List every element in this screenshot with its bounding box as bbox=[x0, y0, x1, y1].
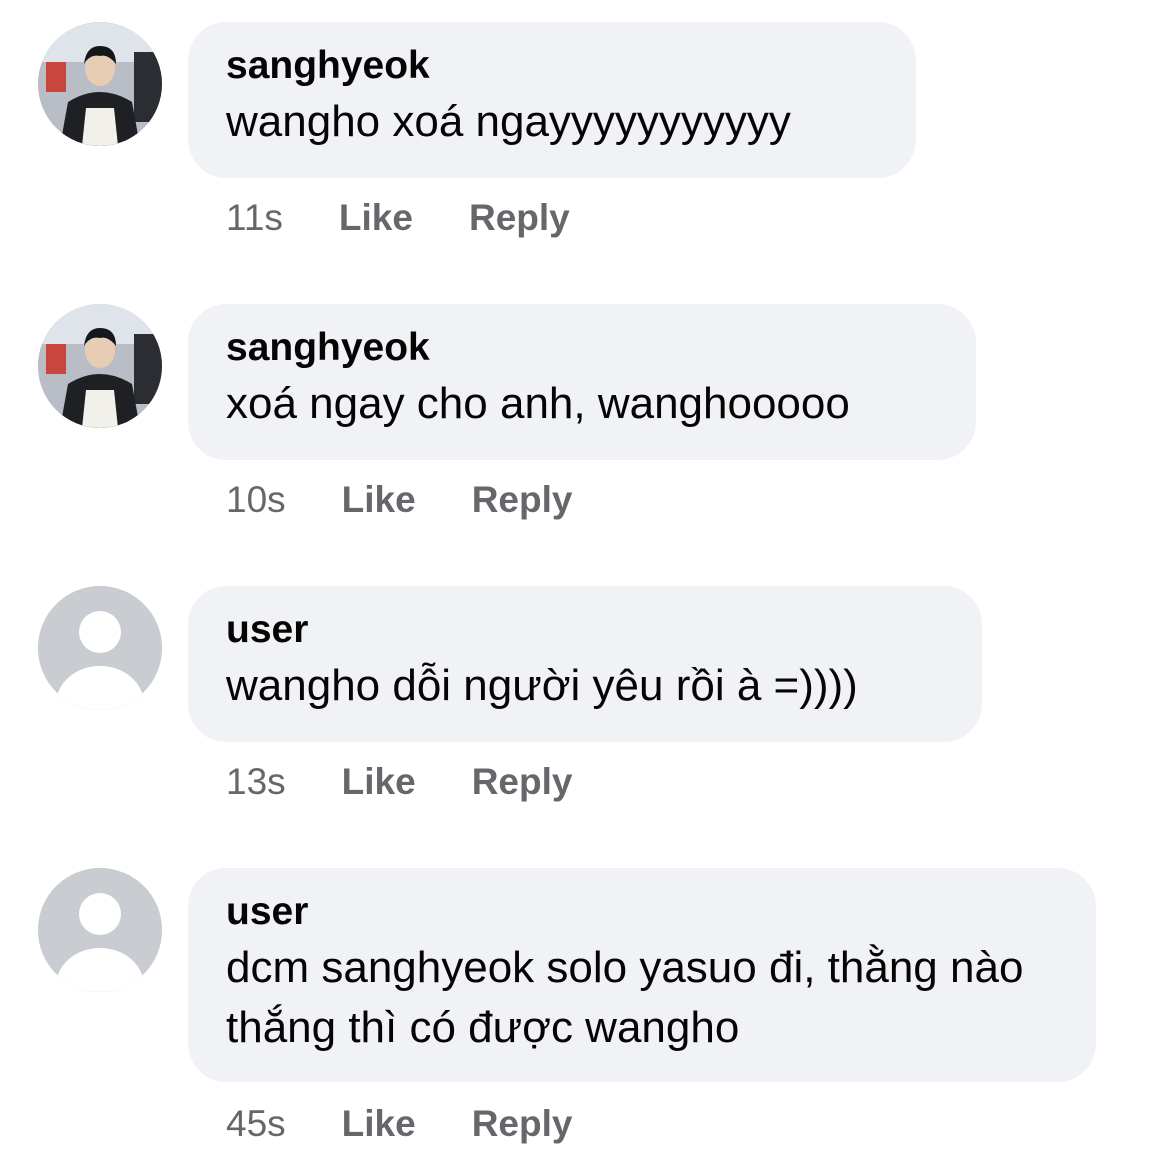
avatar[interactable] bbox=[38, 868, 162, 992]
comment-text: dcm sanghyeok solo yasuo đi, thằng nào t… bbox=[226, 943, 1036, 1052]
comment-author[interactable]: sanghyeok bbox=[226, 44, 878, 88]
reply-button[interactable]: Reply bbox=[472, 1103, 573, 1144]
reply-button[interactable]: Reply bbox=[469, 197, 570, 238]
like-button[interactable]: Like bbox=[342, 479, 416, 520]
comment-actions: 11s Like Reply bbox=[226, 196, 570, 240]
avatar[interactable] bbox=[38, 304, 162, 428]
comment-text: wangho dỗi người yêu rồi à =)))) bbox=[226, 661, 858, 710]
comment-bubble: user dcm sanghyeok solo yasuo đi, thằng … bbox=[188, 868, 1096, 1082]
reply-button[interactable]: Reply bbox=[472, 479, 573, 520]
comment-author[interactable]: user bbox=[226, 608, 944, 652]
default-avatar-icon bbox=[38, 868, 162, 992]
like-button[interactable]: Like bbox=[342, 761, 416, 802]
reply-button[interactable]: Reply bbox=[472, 761, 573, 802]
comment-actions: 13s Like Reply bbox=[226, 760, 572, 804]
default-avatar-icon bbox=[38, 586, 162, 710]
comment-time: 45s bbox=[226, 1103, 286, 1144]
comment-actions: 10s Like Reply bbox=[226, 478, 572, 522]
like-button[interactable]: Like bbox=[342, 1103, 416, 1144]
comment-time: 10s bbox=[226, 479, 286, 520]
comment-time: 11s bbox=[226, 197, 283, 238]
comment-actions: 45s Like Reply bbox=[226, 1102, 572, 1146]
avatar[interactable] bbox=[38, 586, 162, 710]
comment-time: 13s bbox=[226, 761, 286, 802]
photo-avatar-icon bbox=[38, 22, 162, 146]
comment-author[interactable]: sanghyeok bbox=[226, 326, 938, 370]
comment-text: wangho xoá ngayyyyyyyyyyy bbox=[226, 97, 791, 146]
comment-text: xoá ngay cho anh, wanghooooo bbox=[226, 379, 850, 428]
comment-bubble: user wangho dỗi người yêu rồi à =)))) bbox=[188, 586, 982, 742]
like-button[interactable]: Like bbox=[339, 197, 413, 238]
avatar[interactable] bbox=[38, 22, 162, 146]
comment-bubble: sanghyeok wangho xoá ngayyyyyyyyyyy bbox=[188, 22, 916, 178]
photo-avatar-icon bbox=[38, 304, 162, 428]
comment-author[interactable]: user bbox=[226, 890, 1058, 934]
comment-bubble: sanghyeok xoá ngay cho anh, wanghooooo bbox=[188, 304, 976, 460]
